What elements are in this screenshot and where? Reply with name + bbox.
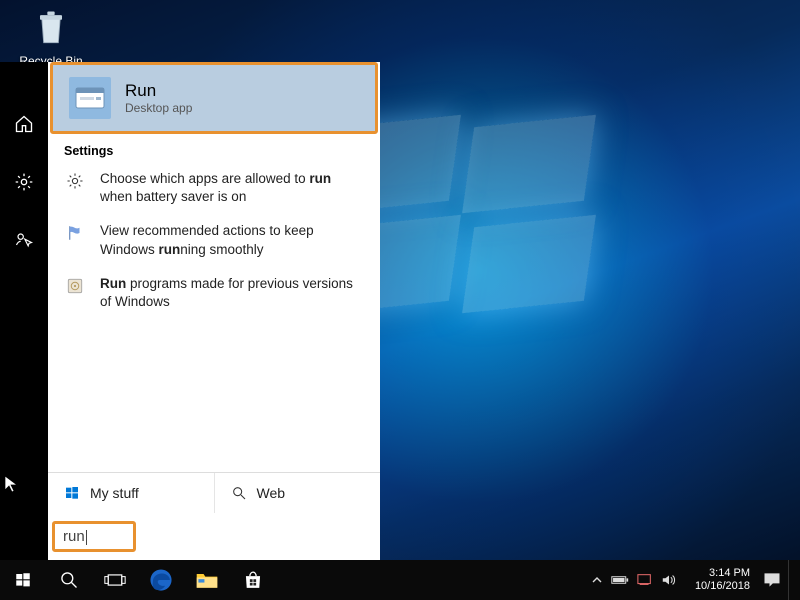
- search-results-pane: Run Desktop app Settings Choose which ap…: [48, 62, 380, 560]
- taskbar-app-explorer[interactable]: [184, 560, 230, 600]
- compatibility-icon: [64, 275, 86, 311]
- recycle-bin-icon: [29, 6, 73, 50]
- search-input[interactable]: run: [52, 521, 136, 552]
- search-input-area: run: [48, 513, 380, 560]
- search-scope-row: My stuff Web: [48, 472, 380, 513]
- cortana-rail: [0, 62, 48, 560]
- gear-icon: [64, 170, 86, 206]
- settings-result-battery-saver[interactable]: Choose which apps are allowed to run whe…: [48, 162, 380, 214]
- desktop-icon-recycle-bin[interactable]: Recycle Bin: [14, 6, 88, 68]
- settings-result-compatibility[interactable]: Run programs made for previous versions …: [48, 267, 380, 319]
- start-button[interactable]: [0, 560, 46, 600]
- network-icon: [637, 573, 653, 587]
- rail-send[interactable]: [0, 218, 48, 262]
- store-icon: [242, 569, 264, 591]
- rail-settings[interactable]: [0, 160, 48, 204]
- show-desktop-button[interactable]: [788, 560, 794, 600]
- top-result-subtitle: Desktop app: [125, 101, 192, 115]
- task-view-icon: [104, 571, 126, 589]
- clock-time: 3:14 PM: [695, 567, 750, 580]
- clock-date: 10/16/2018: [695, 580, 750, 593]
- tray-chevron-up-icon: [591, 574, 603, 586]
- settings-result-recommended-actions[interactable]: View recommended actions to keep Windows…: [48, 214, 380, 266]
- top-result-run[interactable]: Run Desktop app: [50, 62, 378, 134]
- edge-icon: [148, 567, 174, 593]
- windows-logo-icon: [64, 485, 80, 501]
- settings-section-label: Settings: [48, 138, 380, 162]
- run-app-icon: [69, 77, 111, 119]
- search-icon: [59, 570, 79, 590]
- action-center-icon[interactable]: [762, 570, 782, 590]
- taskbar-app-store[interactable]: [230, 560, 276, 600]
- home-icon: [14, 114, 34, 134]
- gear-icon: [14, 172, 34, 192]
- flag-icon: [64, 222, 86, 258]
- search-icon: [231, 485, 247, 501]
- windows-logo-icon: [14, 571, 32, 589]
- system-tray[interactable]: [591, 573, 683, 587]
- file-explorer-icon: [195, 570, 219, 590]
- volume-icon: [661, 573, 677, 587]
- scope-my-stuff[interactable]: My stuff: [48, 473, 215, 513]
- scope-web[interactable]: Web: [215, 473, 381, 513]
- feedback-icon: [14, 230, 34, 250]
- rail-home[interactable]: [0, 102, 48, 146]
- taskbar: 3:14 PM 10/16/2018: [0, 560, 800, 600]
- battery-icon: [611, 574, 629, 586]
- taskbar-clock[interactable]: 3:14 PM 10/16/2018: [689, 567, 756, 592]
- taskbar-app-edge[interactable]: [138, 560, 184, 600]
- task-view-button[interactable]: [92, 560, 138, 600]
- taskbar-search-button[interactable]: [46, 560, 92, 600]
- top-result-title: Run: [125, 81, 192, 101]
